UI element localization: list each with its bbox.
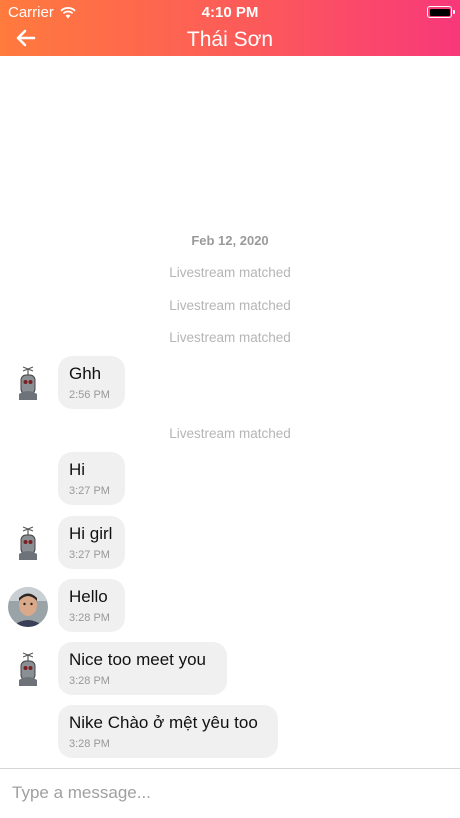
status-bar: Carrier 4:10 PM <box>0 0 460 24</box>
robot-avatar[interactable] <box>8 524 48 564</box>
message-list[interactable]: Feb 12, 2020 Livestream matched Livestre… <box>0 56 460 768</box>
system-message: Livestream matched <box>169 330 291 345</box>
message-time: 3:27 PM <box>69 549 110 561</box>
message-text: Hi <box>69 460 86 479</box>
system-message: Livestream matched <box>169 265 291 280</box>
message-text: Nike Chào ở mệt yêu too <box>69 713 258 732</box>
message-bubble[interactable]: Hi girl 3:27 PM <box>58 516 125 569</box>
message-row: Hi girl 3:27 PM <box>0 516 460 570</box>
robot-avatar[interactable] <box>8 364 48 404</box>
message-text: Hi girl <box>69 524 113 543</box>
message-text: Nice too meet you <box>69 650 207 669</box>
message-time: 3:28 PM <box>69 738 110 750</box>
message-composer <box>0 768 460 818</box>
chat-header: Carrier 4:10 PM Thái Sơn <box>0 0 460 56</box>
message-input[interactable] <box>0 769 460 817</box>
battery-icon <box>427 6 455 18</box>
date-separator: Feb 12, 2020 <box>191 233 269 248</box>
message-time: 2:56 PM <box>69 389 110 401</box>
user-photo-avatar[interactable] <box>8 587 48 627</box>
system-message: Livestream matched <box>169 426 291 441</box>
page-title: Thái Sơn <box>186 28 274 51</box>
message-bubble[interactable]: Ghh 2:56 PM <box>58 356 125 409</box>
message-row: Hello 3:28 PM <box>0 579 460 633</box>
message-text: Hello <box>69 587 108 606</box>
message-row: Ghh 2:56 PM <box>0 356 460 410</box>
message-row: Hi 3:27 PM <box>0 452 460 506</box>
message-row: Nike Chào ở mệt yêu too 3:28 PM <box>0 705 460 759</box>
message-bubble[interactable]: Hi 3:27 PM <box>58 452 125 505</box>
message-text: Ghh <box>69 364 102 383</box>
message-bubble[interactable]: Nice too meet you 3:28 PM <box>58 642 227 695</box>
message-bubble[interactable]: Hello 3:28 PM <box>58 579 125 632</box>
system-message: Livestream matched <box>169 298 291 313</box>
message-time: 3:28 PM <box>69 612 110 624</box>
message-time: 3:27 PM <box>69 485 110 497</box>
status-time: 4:10 PM <box>201 4 259 21</box>
message-time: 3:28 PM <box>69 675 110 687</box>
message-bubble[interactable]: Nike Chào ở mệt yêu too 3:28 PM <box>58 705 278 758</box>
message-row: Nice too meet you 3:28 PM <box>0 642 460 696</box>
robot-avatar[interactable] <box>8 650 48 690</box>
